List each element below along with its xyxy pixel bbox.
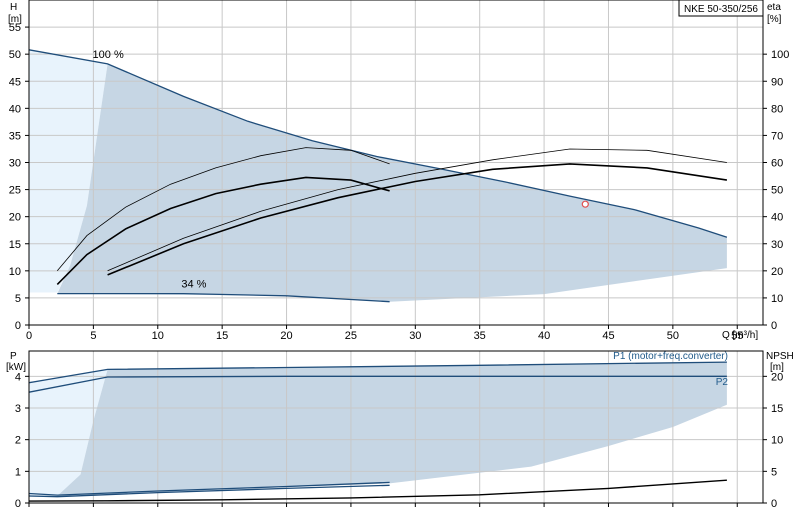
power-right-tick-label: 20 <box>771 371 783 383</box>
head-left-tick-label: 0 <box>15 320 21 332</box>
head-left-tick-label: 45 <box>9 76 21 88</box>
head-left-tick-label: 30 <box>9 158 21 170</box>
q-tick-label: 40 <box>538 330 550 342</box>
power-right-tick-label: 0 <box>771 498 777 510</box>
head-right-tick-label: 30 <box>771 239 783 251</box>
power-npsh-chart: P1 (motor+freq.converter) P2 0 1 2 3 4 0 5 10 15 2… <box>6 350 794 510</box>
eta-axis-title: eta <box>767 2 781 13</box>
head-left-tick-label: 20 <box>9 212 21 224</box>
power-right-tick-label: 10 <box>771 435 783 447</box>
pump-curve-chart: 100 %34 % 0 5 10 15 20 25 30 35 40 45 50 5505101520… <box>6 0 794 510</box>
head-right-tick-label: 40 <box>771 212 783 224</box>
power-right-tick-label: 5 <box>771 466 777 478</box>
speed-label: 34 % <box>181 279 206 291</box>
npsh-axis-unit: [m] <box>770 362 784 373</box>
head-left-tick-label: 25 <box>9 185 21 197</box>
q-tick-label: 15 <box>216 330 228 342</box>
q-tick-label: 35 <box>474 330 486 342</box>
head-right-tick-label: 60 <box>771 158 783 170</box>
q-tick-label: 30 <box>409 330 421 342</box>
speed-label: 100 % <box>93 49 124 61</box>
operating-point-marker <box>581 200 589 208</box>
head-right-tick-label: 100 <box>771 49 789 61</box>
q-tick-label: 5 <box>90 330 96 342</box>
head-right-tick-label: 20 <box>771 266 783 278</box>
head-right-tick-label: 70 <box>771 130 783 142</box>
head-left-tick-label: 35 <box>9 130 21 142</box>
p-axis-unit: [kW] <box>6 362 26 373</box>
head-left-tick-label: 5 <box>15 293 21 305</box>
power-left-tick-label: 2 <box>15 435 21 447</box>
head-left-tick-label: 40 <box>9 103 21 115</box>
head-left-tick-label: 15 <box>9 239 21 251</box>
power-series-label: P1 (motor+freq.converter) <box>613 351 728 362</box>
head-efficiency-chart: 100 %34 % 0 5 10 15 20 25 30 35 40 45 50 5505101520… <box>8 0 789 342</box>
power-left-tick-label: 3 <box>15 403 21 415</box>
q-axis-label: Q [m³/h] <box>722 330 758 341</box>
npsh-axis-title: NPSH <box>766 351 794 362</box>
q-tick-label: 50 <box>667 330 679 342</box>
head-right-tick-label: 10 <box>771 293 783 305</box>
power-left-tick-label: 4 <box>15 371 21 383</box>
head-right-tick-label: 90 <box>771 76 783 88</box>
power-series-label: P2 <box>716 377 729 388</box>
head-left-tick-label: 10 <box>9 266 21 278</box>
head-right-tick-label: 0 <box>771 320 777 332</box>
head-right-tick-label: 80 <box>771 103 783 115</box>
q-tick-label: 20 <box>280 330 292 342</box>
head-right-tick-label: 50 <box>771 185 783 197</box>
q-tick-label: 45 <box>602 330 614 342</box>
p-axis-title: P <box>10 351 17 362</box>
head-left-tick-label: 50 <box>9 49 21 61</box>
q-tick-label: 10 <box>152 330 164 342</box>
power-left-tick-label: 0 <box>15 498 21 510</box>
power-left-tick-label: 1 <box>15 466 21 478</box>
h-axis-title: H <box>10 2 17 13</box>
eta-axis-unit: [%] <box>767 14 782 25</box>
power-right-tick-label: 15 <box>771 403 783 415</box>
model-label: NKE 50-350/256 <box>684 4 758 15</box>
q-tick-label: 25 <box>345 330 357 342</box>
h-axis-unit: [m] <box>8 14 22 25</box>
q-tick-label: 0 <box>26 330 32 342</box>
